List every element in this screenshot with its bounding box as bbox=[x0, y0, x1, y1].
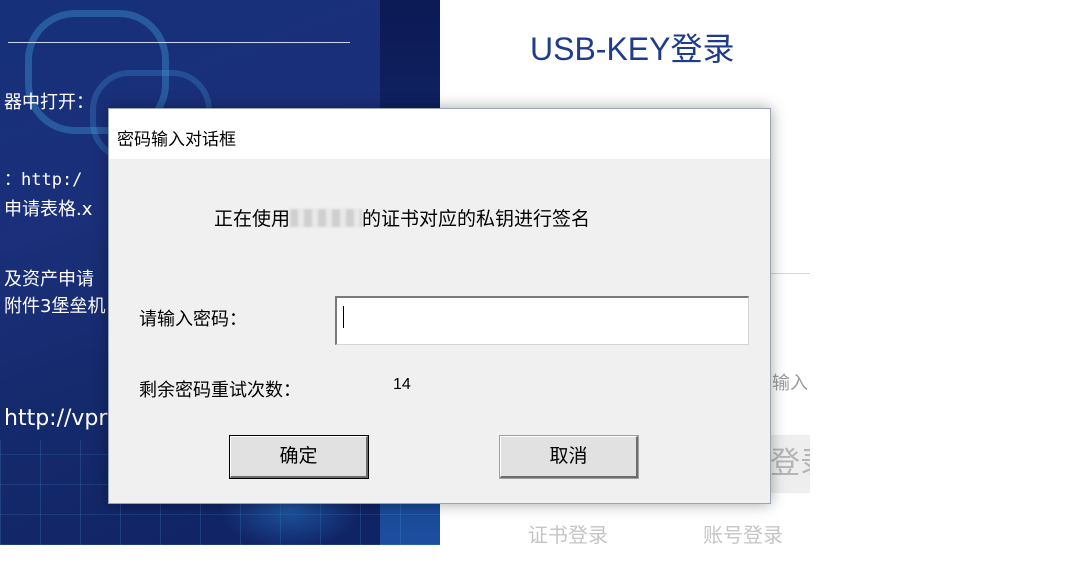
banner-text-line: 申请表格.x bbox=[4, 199, 93, 220]
password-label: 请输入密码： bbox=[139, 309, 247, 330]
password-dialog: 密码输入对话框 正在使用 的证书对应的私钥进行签名 请输入密码： 剩余密码重试次数… bbox=[108, 108, 771, 504]
dialog-message-prefix: 正在使用 bbox=[214, 208, 291, 230]
cancel-button[interactable]: 取消 bbox=[499, 435, 639, 479]
dialog-title: 密码输入对话框 bbox=[117, 130, 236, 150]
tab-certificate-login[interactable]: 证书登录 bbox=[528, 519, 608, 548]
retry-label: 剩余密码重试次数： bbox=[139, 380, 301, 401]
dialog-message: 正在使用 的证书对应的私钥进行签名 bbox=[214, 204, 590, 231]
password-input[interactable] bbox=[335, 296, 749, 345]
banner-text-line: ：http:/ bbox=[4, 170, 83, 190]
banner-divider bbox=[8, 42, 350, 43]
redacted-name bbox=[290, 209, 363, 227]
banner-text-line: 器中打开： bbox=[4, 92, 94, 113]
dialog-message-suffix: 的证书对应的私钥进行签名 bbox=[362, 208, 591, 230]
banner-text-line: 附件3堡垒机 bbox=[4, 296, 106, 317]
ok-button[interactable]: 确定 bbox=[229, 435, 369, 479]
login-title: USB-KEY登录 bbox=[530, 31, 735, 67]
tab-account-login[interactable]: 账号登录 bbox=[703, 519, 783, 548]
text-cursor bbox=[343, 306, 344, 328]
banner-text-line: 及资产申请 bbox=[4, 269, 94, 290]
banner-url: http://vpr bbox=[4, 406, 108, 431]
dialog-titlebar[interactable]: 密码输入对话框 bbox=[109, 109, 770, 159]
retry-count: 14 bbox=[393, 376, 411, 393]
password-input-placeholder[interactable]: 输入 bbox=[772, 369, 808, 395]
